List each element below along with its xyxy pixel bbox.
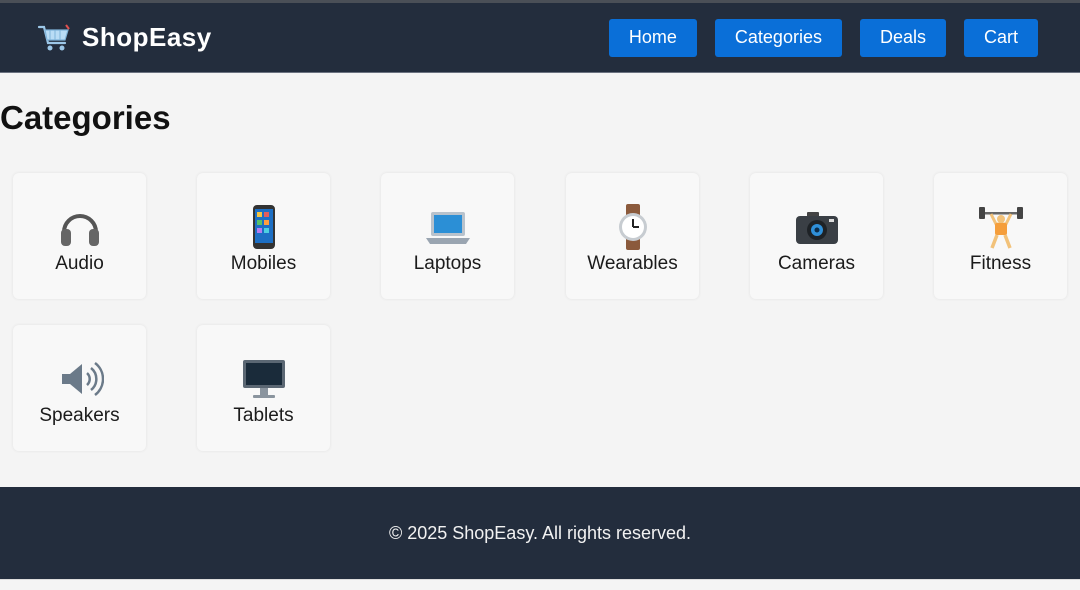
nav-cart-button[interactable]: Cart xyxy=(963,18,1038,57)
category-card-fitness[interactable]: Fitness xyxy=(934,173,1067,299)
category-card-laptops[interactable]: Laptops xyxy=(381,173,514,299)
weightlifter-icon xyxy=(977,203,1025,251)
headphones-icon xyxy=(57,203,103,251)
category-card-tablets[interactable]: Tablets xyxy=(197,325,330,451)
category-label: Speakers xyxy=(39,405,120,426)
watch-icon xyxy=(610,203,656,251)
brand[interactable]: ShopEasy xyxy=(36,20,212,56)
copyright-text: © 2025 ShopEasy. All rights reserved. xyxy=(388,522,692,543)
category-card-mobiles[interactable]: Mobiles xyxy=(197,173,330,299)
site-footer: © 2025 ShopEasy. All rights reserved. xyxy=(0,487,1080,579)
category-label: Laptops xyxy=(413,253,482,274)
category-card-wearables[interactable]: Wearables xyxy=(566,173,699,299)
shopping-cart-icon xyxy=(36,20,72,56)
camera-icon xyxy=(793,203,841,251)
monitor-icon xyxy=(240,355,288,403)
laptop-icon xyxy=(424,203,472,251)
mobile-phone-icon xyxy=(241,203,287,251)
category-label: Cameras xyxy=(777,253,856,274)
category-label: Fitness xyxy=(969,253,1032,274)
category-label: Mobiles xyxy=(230,253,297,274)
nav-deals-button[interactable]: Deals xyxy=(859,18,946,57)
brand-name: ShopEasy xyxy=(82,22,212,52)
bottom-border xyxy=(0,579,1080,590)
category-label: Wearables xyxy=(587,253,678,274)
site-header: ShopEasy Home Categories Deals Cart xyxy=(0,3,1080,73)
nav-home-button[interactable]: Home xyxy=(608,18,697,57)
page-title: Categories xyxy=(0,99,171,136)
category-card-cameras[interactable]: Cameras xyxy=(750,173,883,299)
main-nav: Home Categories Deals Cart xyxy=(608,18,1038,57)
nav-categories-button[interactable]: Categories xyxy=(714,18,842,57)
category-card-audio[interactable]: Audio xyxy=(13,173,146,299)
category-label: Tablets xyxy=(233,405,294,426)
category-card-speakers[interactable]: Speakers xyxy=(13,325,146,451)
main-content: Categories Audio Mobiles Laptops Wearabl… xyxy=(0,73,1080,487)
speaker-icon xyxy=(56,355,104,403)
category-label: Audio xyxy=(55,253,104,274)
